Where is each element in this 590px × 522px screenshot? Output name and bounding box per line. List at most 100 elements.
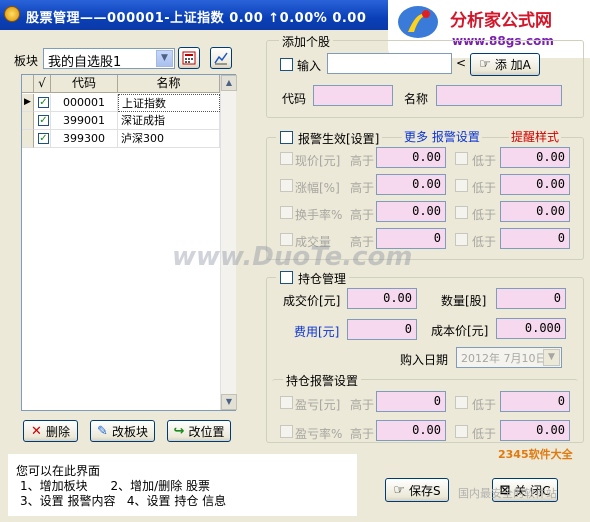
cost-price-label: 成本价[元] <box>431 324 489 338</box>
position-title-label: 持仓管理 <box>298 272 347 286</box>
save-button-label: 保存S <box>409 483 441 498</box>
table-row[interactable]: ▶ ✓ 000001 上证指数 <box>22 94 220 112</box>
volume-high-label: 高于 <box>350 235 375 249</box>
turnover-high-field[interactable]: 0.00 <box>376 201 446 222</box>
stock-table[interactable]: √ 代码 名称 ▶ ✓ 000001 上证指数 ✓ 399001 深证成指 ✓ … <box>21 74 237 411</box>
brand-name: 分析家公式网 <box>450 11 552 31</box>
app-icon <box>4 6 20 22</box>
price-low-field[interactable]: 0.00 <box>500 147 570 168</box>
turnover-alert-checkbox[interactable] <box>280 206 293 219</box>
block-select-value: 我的自选股1 <box>48 55 122 70</box>
row-checkbox[interactable]: ✓ <box>34 130 51 148</box>
change-low-checkbox[interactable] <box>455 179 468 192</box>
move-position-label: 改位置 <box>188 424 225 439</box>
price-alert-label: 现价[元] <box>295 154 341 168</box>
table-header: √ 代码 名称 <box>22 75 220 93</box>
purchase-date-label: 购入日期 <box>400 353 449 367</box>
block-select[interactable]: 我的自选股1 ▼ <box>43 48 175 70</box>
move-position-button[interactable]: ↪ 改位置 <box>167 420 231 442</box>
add-stock-icon: ☞ <box>479 57 491 72</box>
col-name-header: 名称 <box>118 75 220 93</box>
2345-watermark: 2345软件大全 <box>498 448 573 461</box>
alert-enable-checkbox[interactable] <box>280 131 293 144</box>
check-icon[interactable]: ✓ <box>38 133 49 144</box>
table-scrollbar[interactable]: ▲ ▼ <box>220 75 237 410</box>
quantity-field[interactable]: 0 <box>496 288 566 309</box>
table-row[interactable]: ✓ 399300 泸深300 <box>22 130 220 148</box>
change-block-button[interactable]: ✎ 改板块 <box>90 420 155 442</box>
pnl-rate-low-checkbox[interactable] <box>455 425 468 438</box>
turnover-low-field[interactable]: 0.00 <box>500 201 570 222</box>
change-high-label: 高于 <box>350 181 375 195</box>
table-row[interactable]: ✓ 399001 深证成指 <box>22 112 220 130</box>
line-chart-icon <box>214 52 228 65</box>
volume-alert-checkbox[interactable] <box>280 233 293 246</box>
turnover-low-checkbox[interactable] <box>455 206 468 219</box>
pnl-low-field[interactable]: 0 <box>500 391 570 412</box>
pnl-low-checkbox[interactable] <box>455 396 468 409</box>
delete-x-icon: ✕ <box>31 423 42 439</box>
row-checkbox[interactable]: ✓ <box>34 94 51 112</box>
brand-logo-icon <box>398 6 438 38</box>
fee-field[interactable]: 0 <box>347 319 417 340</box>
volume-low-field[interactable]: 0 <box>500 228 570 249</box>
pnl-rate-low-field[interactable]: 0.00 <box>500 420 570 441</box>
row-name: 上证指数 <box>118 94 220 112</box>
pnl-alert-checkbox[interactable] <box>280 396 293 409</box>
cost-price-field[interactable]: 0.000 <box>496 318 566 339</box>
price-high-field[interactable]: 0.00 <box>376 147 446 168</box>
trade-price-label: 成交价[元] <box>283 294 341 308</box>
pnl-rate-high-label: 高于 <box>350 427 375 441</box>
check-icon[interactable]: ✓ <box>38 97 49 108</box>
change-block-label: 改板块 <box>111 424 148 439</box>
code-field[interactable] <box>313 85 393 106</box>
price-low-checkbox[interactable] <box>455 152 468 165</box>
change-alert-label: 涨幅[%] <box>295 181 340 195</box>
pnl-rate-alert-label: 盈亏率% <box>295 427 343 441</box>
position-enable-checkbox[interactable] <box>280 271 293 284</box>
more-alert-settings-link[interactable]: 更多 报警设置 <box>402 128 482 145</box>
date-dropdown-icon[interactable]: ▼ <box>543 349 560 366</box>
current-row-indicator-icon: ▶ <box>22 94 34 112</box>
pnl-high-label: 高于 <box>350 398 375 412</box>
delete-button[interactable]: ✕ 删除 <box>23 420 78 442</box>
stock-input[interactable] <box>327 53 452 74</box>
volume-high-field[interactable]: 0 <box>376 228 446 249</box>
calculator-button[interactable] <box>178 47 200 69</box>
abc-icon: ✎ <box>97 423 108 439</box>
name-label: 名称 <box>404 92 429 106</box>
row-code: 399001 <box>51 112 118 130</box>
scroll-down-icon[interactable]: ▼ <box>221 394 237 410</box>
input-checkbox[interactable] <box>280 58 293 71</box>
pnl-rate-low-label: 低于 <box>472 427 497 441</box>
purchase-date-picker[interactable]: 2012年 7月10日 ▼ <box>456 347 562 368</box>
scroll-up-icon[interactable]: ▲ <box>221 75 237 91</box>
volume-low-label: 低于 <box>472 235 497 249</box>
pnl-high-field[interactable]: 0 <box>376 391 446 412</box>
price-alert-checkbox[interactable] <box>280 152 293 165</box>
change-high-field[interactable]: 0.00 <box>376 174 446 195</box>
alert-style-link[interactable]: 提醒样式 <box>509 128 562 145</box>
turnover-low-label: 低于 <box>472 208 497 222</box>
change-alert-checkbox[interactable] <box>280 179 293 192</box>
pnl-rate-high-field[interactable]: 0.00 <box>376 420 446 441</box>
chevron-down-icon[interactable]: ▼ <box>156 50 173 67</box>
add-stock-title: 添加个股 <box>279 33 334 50</box>
check-icon[interactable]: ✓ <box>38 115 49 126</box>
add-button[interactable]: ☞ 添 加A <box>470 53 540 76</box>
alert-enable-label: 报警生效[设置] <box>298 132 380 146</box>
add-button-label: 添 加A <box>494 58 531 72</box>
row-name: 深证成指 <box>118 112 220 130</box>
turnover-high-label: 高于 <box>350 208 375 222</box>
arrow-turn-icon: ↪ <box>173 423 185 439</box>
row-name: 泸深300 <box>118 130 220 148</box>
volume-low-checkbox[interactable] <box>455 233 468 246</box>
col-check-header: √ <box>34 75 51 93</box>
row-checkbox[interactable]: ✓ <box>34 112 51 130</box>
trade-price-field[interactable]: 0.00 <box>347 288 417 309</box>
name-field[interactable] <box>436 85 562 106</box>
save-button[interactable]: ☞ 保存S <box>385 478 449 502</box>
change-low-field[interactable]: 0.00 <box>500 174 570 195</box>
pnl-rate-alert-checkbox[interactable] <box>280 425 293 438</box>
chart-button[interactable] <box>210 47 232 69</box>
